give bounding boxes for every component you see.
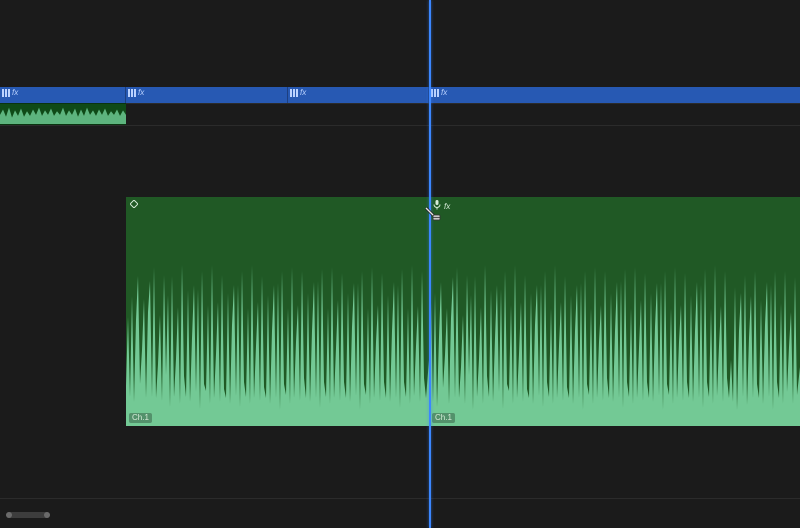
- audio-clip[interactable]: fx Ch.1: [429, 197, 800, 426]
- bars-icon: [290, 89, 298, 97]
- audio-clip-residual[interactable]: [0, 103, 126, 125]
- timeline-horizontal-scrollbar[interactable]: [6, 512, 50, 518]
- audio-clip[interactable]: Ch.1: [126, 197, 429, 426]
- waveform: [429, 197, 800, 426]
- mic-icon: [433, 200, 441, 212]
- scrollbar-handle-left[interactable]: [6, 512, 12, 518]
- track-divider: [0, 125, 800, 126]
- video-clip[interactable]: fx: [0, 87, 126, 103]
- video-clip[interactable]: fx: [126, 87, 288, 103]
- video-clip[interactable]: fx: [288, 87, 429, 103]
- fx-icon: fx: [138, 89, 144, 97]
- bars-icon: [2, 89, 10, 97]
- audio-track[interactable]: Ch.1 fx Ch.1: [126, 197, 800, 426]
- keyframe-diamond-icon: [130, 200, 138, 210]
- bars-icon: [128, 89, 136, 97]
- track-divider: [0, 498, 800, 499]
- waveform: [126, 197, 429, 426]
- scrollbar-handle-right[interactable]: [44, 512, 50, 518]
- video-track[interactable]: fx fx fx fx: [0, 87, 800, 103]
- fx-icon: fx: [300, 89, 306, 97]
- fx-icon: fx: [441, 89, 447, 97]
- channel-label: Ch.1: [129, 413, 152, 423]
- channel-label: Ch.1: [432, 413, 455, 423]
- fx-icon: fx: [12, 89, 18, 97]
- video-clip[interactable]: fx: [429, 87, 800, 103]
- fx-icon: fx: [444, 202, 450, 211]
- bars-icon: [431, 89, 439, 97]
